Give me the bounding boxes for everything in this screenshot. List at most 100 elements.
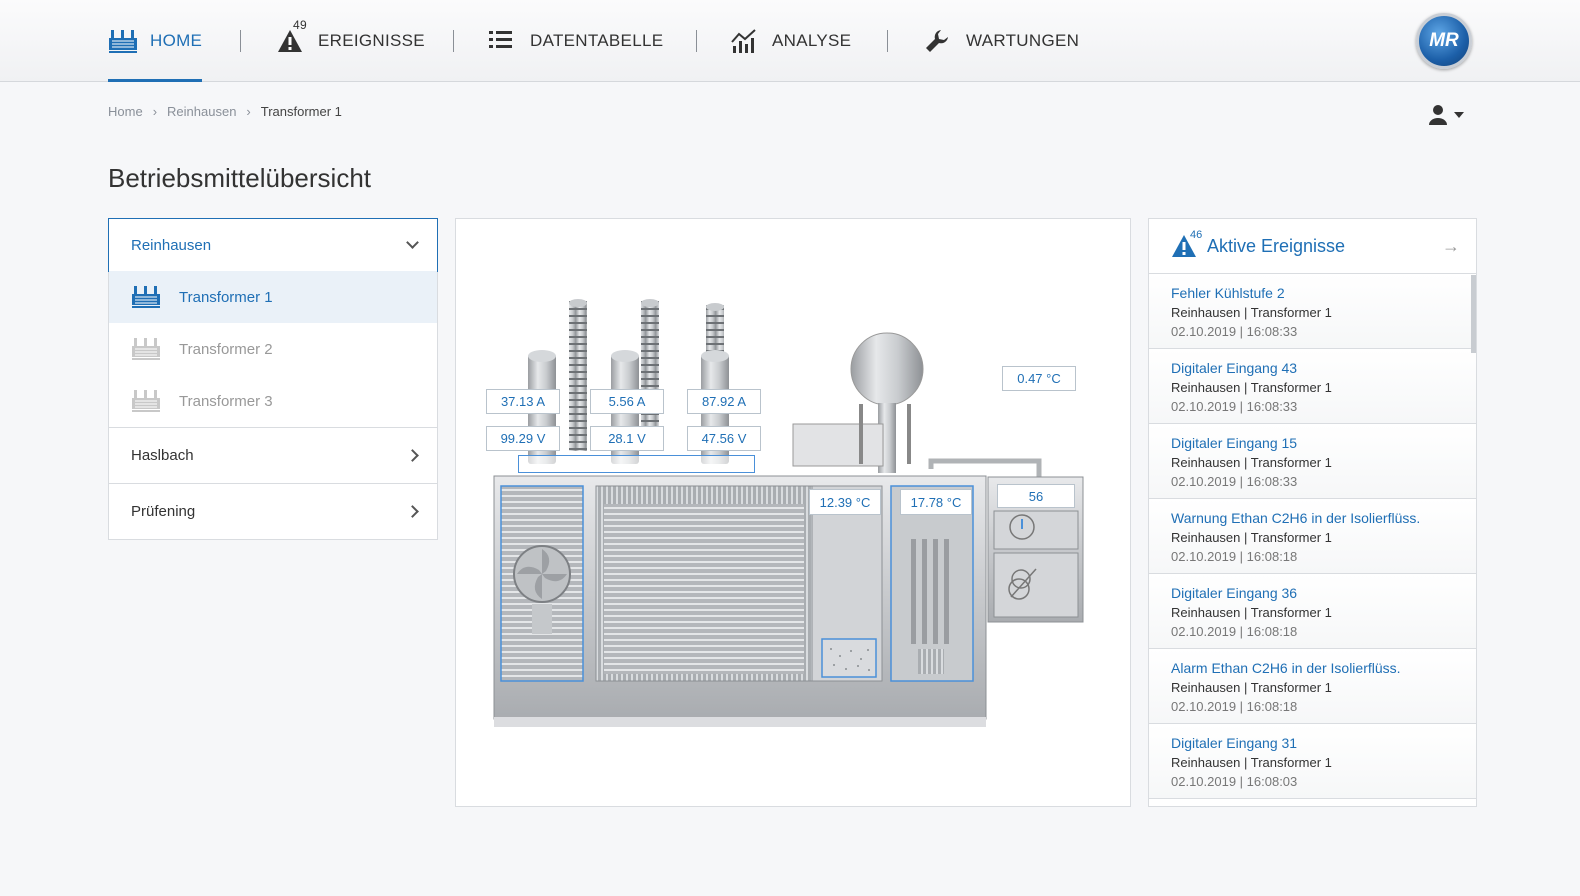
chevron-right-icon xyxy=(406,505,419,518)
nav-analyse[interactable]: ANALYSE xyxy=(730,0,851,82)
event-item[interactable]: Alarm Ethan C2H6 in der Isolierflüss. Rei… xyxy=(1149,649,1476,724)
active-events-panel: 46 Aktive Ereignisse → Fehler Kühlstufe … xyxy=(1148,218,1477,807)
breadcrumb-current: Transformer 1 xyxy=(260,104,342,119)
breadcrumb: Home › Reinhausen › Transformer 1 xyxy=(108,104,342,119)
current-l2[interactable]: 5.56 A xyxy=(590,389,664,414)
event-time: 02.10.2019 | 16:08:33 xyxy=(1171,399,1298,414)
event-title: Fehler Kühlstufe 2 xyxy=(1171,285,1285,301)
event-time: 02.10.2019 | 16:08:18 xyxy=(1171,624,1298,639)
tree-group-header[interactable]: Prüfening xyxy=(109,484,437,539)
chevron-right-icon xyxy=(406,449,419,462)
tree-group-label: Haslbach xyxy=(131,447,194,464)
page-title: Betriebsmittelübersicht xyxy=(108,163,371,193)
event-location: Reinhausen | Transformer 1 xyxy=(1171,605,1332,620)
tree-item-label: Transformer 3 xyxy=(179,392,273,410)
winding-temperature[interactable]: 17.78 °C xyxy=(900,489,972,515)
event-location: Reinhausen | Transformer 1 xyxy=(1171,305,1332,320)
event-item[interactable]: Warnung Ethan C2H6 in der Isolierflüss. R… xyxy=(1149,499,1476,574)
event-item[interactable]: Digitaler Eingang 36 Reinhausen | Transfo… xyxy=(1149,574,1476,649)
nav-divider xyxy=(696,30,697,52)
breadcrumb-home[interactable]: Home xyxy=(108,104,143,119)
tap-position[interactable]: 56 xyxy=(997,484,1075,508)
wrench-icon xyxy=(924,28,954,54)
transformer-icon xyxy=(132,338,160,360)
event-time: 02.10.2019 | 16:08:18 xyxy=(1171,549,1298,564)
ambient-temperature[interactable]: 0.47 °C xyxy=(1002,366,1076,391)
tree-item-label: Transformer 2 xyxy=(179,340,273,358)
user-menu-button[interactable] xyxy=(1428,104,1464,126)
event-location: Reinhausen | Transformer 1 xyxy=(1171,455,1332,470)
event-title: Warnung Ethan C2H6 in der Isolierflüss. xyxy=(1171,510,1421,526)
event-location: Reinhausen | Transformer 1 xyxy=(1171,680,1332,695)
nav-ereignisse-label: EREIGNISSE xyxy=(318,31,425,50)
event-item[interactable]: Digitaler Eingang 15 Reinhausen | Transfo… xyxy=(1149,424,1476,499)
transformer-icon xyxy=(132,390,160,412)
nav-analyse-label: ANALYSE xyxy=(772,31,852,50)
chart-icon xyxy=(730,28,760,54)
asset-tree: Reinhausen Transformer 1 Transformer 2 T… xyxy=(108,218,438,540)
event-title: Alarm Ethan C2H6 in der Isolierflüss. xyxy=(1171,660,1401,676)
user-icon xyxy=(1429,105,1447,125)
nav-datentabelle[interactable]: DATENTABELLE xyxy=(488,0,663,82)
nav-home[interactable]: HOME xyxy=(108,0,203,82)
tree-item-label: Transformer 1 xyxy=(179,288,273,306)
event-time: 02.10.2019 | 16:08:33 xyxy=(1171,474,1298,489)
event-title: Digitaler Eingang 15 xyxy=(1171,435,1298,451)
transformer-overview-panel: 37.13 A 5.56 A 87.92 A 99.29 V 28.1 V 47… xyxy=(455,218,1131,807)
voltage-l2[interactable]: 28.1 V xyxy=(590,426,664,451)
nav-wartungen[interactable]: WARTUNGEN xyxy=(924,0,1079,82)
mr-logo[interactable]: MR xyxy=(1416,13,1472,69)
caret-down-icon xyxy=(1454,112,1464,118)
current-l3[interactable]: 87.92 A xyxy=(687,389,761,414)
nav-divider xyxy=(453,30,454,52)
chevron-right-icon: › xyxy=(246,104,251,119)
transformer-icon xyxy=(132,286,160,308)
tree-item-transformer-1[interactable]: Transformer 1 xyxy=(109,271,437,323)
nav-datentabelle-label: DATENTABELLE xyxy=(530,31,664,50)
bushing-connection-bar xyxy=(518,455,755,473)
arrow-right-icon[interactable]: → xyxy=(1442,236,1460,257)
tree-item-transformer-2[interactable]: Transformer 2 xyxy=(109,323,437,375)
oil-temperature[interactable]: 12.39 °C xyxy=(809,489,881,515)
transformer-icon xyxy=(108,28,138,54)
tree-group-label: Prüfening xyxy=(131,503,196,520)
event-item[interactable]: Digitaler Eingang 43 Reinhausen | Transfo… xyxy=(1149,349,1476,424)
tree-group-reinhausen: Reinhausen Transformer 1 Transformer 2 T… xyxy=(108,218,438,428)
tree-group-pruefening: Prüfening xyxy=(108,484,438,540)
event-title: Digitaler Eingang 31 xyxy=(1171,735,1298,751)
event-time: 02.10.2019 | 16:08:18 xyxy=(1171,699,1298,714)
breadcrumb-reinhausen[interactable]: Reinhausen xyxy=(167,104,236,119)
tree-group-header[interactable]: Haslbach xyxy=(109,428,437,483)
event-location: Reinhausen | Transformer 1 xyxy=(1171,530,1332,545)
event-title: Digitaler Eingang 43 xyxy=(1171,360,1298,376)
list-icon xyxy=(488,28,518,54)
transformer-illustration xyxy=(493,299,1084,727)
event-item[interactable]: Digitaler Eingang 31 Reinhausen | Transfo… xyxy=(1149,724,1476,799)
tree-group-label: Reinhausen xyxy=(131,236,212,254)
chevron-down-icon xyxy=(406,236,419,249)
voltage-l1[interactable]: 99.29 V xyxy=(486,426,560,451)
nav-divider xyxy=(240,30,241,52)
event-location: Reinhausen | Transformer 1 xyxy=(1171,755,1332,770)
voltage-l3[interactable]: 47.56 V xyxy=(687,426,761,451)
ereignisse-count-badge: 49 xyxy=(293,18,307,32)
event-time: 02.10.2019 | 16:08:33 xyxy=(1171,324,1298,339)
warning-icon: 49 xyxy=(276,18,307,54)
nav-wartungen-label: WARTUNGEN xyxy=(966,31,1080,50)
chevron-right-icon: › xyxy=(152,104,158,119)
events-header[interactable]: 46 Aktive Ereignisse → xyxy=(1149,219,1476,274)
events-title: Aktive Ereignisse xyxy=(1207,235,1346,256)
current-l1[interactable]: 37.13 A xyxy=(486,389,560,414)
events-list: Fehler Kühlstufe 2 Reinhausen | Transform… xyxy=(1149,274,1476,799)
tree-group-haslbach: Haslbach xyxy=(108,428,438,484)
nav-home-label: HOME xyxy=(150,31,203,50)
event-title: Digitaler Eingang 36 xyxy=(1171,585,1298,601)
tree-group-header[interactable]: Reinhausen xyxy=(108,218,438,272)
nav-ereignisse[interactable]: 49 EREIGNISSE xyxy=(276,0,425,82)
tree-item-transformer-3[interactable]: Transformer 3 xyxy=(109,375,437,427)
event-item[interactable]: Fehler Kühlstufe 2 Reinhausen | Transform… xyxy=(1149,274,1476,349)
event-location: Reinhausen | Transformer 1 xyxy=(1171,380,1332,395)
nav-divider xyxy=(887,30,888,52)
events-scrollbar[interactable] xyxy=(1471,275,1476,353)
event-time: 02.10.2019 | 16:08:03 xyxy=(1171,774,1298,789)
